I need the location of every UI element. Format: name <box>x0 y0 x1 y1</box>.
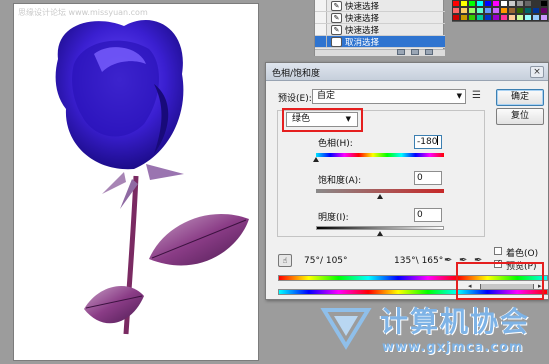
history-item-label: 快速选择 <box>345 13 380 24</box>
color-swatch[interactable] <box>460 0 468 7</box>
color-swatch[interactable] <box>508 14 516 21</box>
ok-button[interactable]: 确定 <box>496 89 544 106</box>
preset-label: 预设(E): <box>278 94 312 104</box>
preset-value: 自定 <box>317 91 336 101</box>
history-item-label: 快速选择 <box>345 25 380 36</box>
color-swatch[interactable] <box>540 14 548 21</box>
saturation-value: 0 <box>417 173 423 183</box>
color-swatch[interactable] <box>532 7 540 14</box>
new-snapshot-icon[interactable] <box>411 49 419 55</box>
color-swatch[interactable] <box>540 7 548 14</box>
lightness-input[interactable]: 0 <box>414 208 442 222</box>
history-item-label: 快速选择 <box>345 1 380 12</box>
color-swatch[interactable] <box>508 7 516 14</box>
color-swatch[interactable] <box>532 14 540 21</box>
document-canvas: 思缘设计论坛 www.missyuan.com <box>14 4 258 360</box>
color-swatch[interactable] <box>500 7 508 14</box>
dialog-title: 色相/饱和度 <box>272 69 321 79</box>
color-swatch[interactable] <box>524 0 532 7</box>
eyedropper-icon[interactable]: ✒ <box>444 255 452 266</box>
history-panel: ✎ 快速选择 ✎ 快速选择 ✎ 快速选择 ▤ 取消选择 <box>314 0 445 56</box>
new-document-icon[interactable] <box>397 49 405 55</box>
color-swatch[interactable] <box>524 14 532 21</box>
history-state-marker[interactable] <box>315 36 327 47</box>
brush-icon: ✎ <box>331 24 342 35</box>
color-swatch[interactable] <box>460 7 468 14</box>
trash-icon[interactable] <box>425 49 433 55</box>
color-swatch[interactable] <box>524 7 532 14</box>
lightness-label: 明度(I): <box>318 213 349 223</box>
swatches-panel <box>452 0 549 22</box>
preset-dropdown[interactable]: 自定 ▼ <box>312 89 466 104</box>
color-swatch[interactable] <box>460 14 468 21</box>
color-swatch[interactable] <box>468 7 476 14</box>
color-swatch[interactable] <box>516 14 524 21</box>
targeted-adjustment-icon[interactable]: ☝ <box>278 254 292 267</box>
reset-button[interactable]: 复位 <box>496 108 544 125</box>
colorize-label: 着色(O) <box>506 249 539 259</box>
logo-title: 计算机协会 <box>380 305 531 338</box>
hue-input[interactable]: -180 <box>414 135 442 149</box>
logo-emblem <box>320 308 372 350</box>
lightness-slider-thumb[interactable] <box>377 231 383 236</box>
hue-label: 色相(H): <box>318 139 353 149</box>
annotation-highlight-box <box>456 262 544 300</box>
saturation-input[interactable]: 0 <box>414 171 442 185</box>
history-checkbox[interactable] <box>315 12 327 23</box>
color-swatch[interactable] <box>500 14 508 21</box>
color-swatch[interactable] <box>452 14 460 21</box>
history-item-selected[interactable]: ▤ 取消选择 <box>315 36 445 48</box>
colorize-checkbox[interactable] <box>494 247 502 255</box>
brush-icon: ✎ <box>331 0 342 11</box>
hue-value: -180 <box>417 137 438 147</box>
brush-icon: ✎ <box>331 12 342 23</box>
history-checkbox[interactable] <box>315 24 327 35</box>
history-item[interactable]: ✎ 快速选择 <box>315 12 445 24</box>
hue-slider-track[interactable] <box>316 153 444 157</box>
history-item[interactable]: ✎ 快速选择 <box>315 0 445 12</box>
text-caret <box>437 136 439 145</box>
color-swatch[interactable] <box>468 0 476 7</box>
color-swatch[interactable] <box>492 7 500 14</box>
color-swatch[interactable] <box>540 0 548 7</box>
history-item[interactable]: ✎ 快速选择 <box>315 24 445 36</box>
history-item-label: 取消选择 <box>345 37 380 48</box>
annotation-highlight-box <box>282 108 363 132</box>
color-swatch[interactable] <box>500 0 508 7</box>
color-swatch[interactable] <box>484 0 492 7</box>
document-icon: ▤ <box>331 36 342 47</box>
color-swatch[interactable] <box>452 0 460 7</box>
lightness-value: 0 <box>417 210 423 220</box>
color-swatch[interactable] <box>484 7 492 14</box>
preset-options-icon[interactable]: ☰ <box>472 90 481 101</box>
color-swatch[interactable] <box>516 7 524 14</box>
color-swatch[interactable] <box>468 14 476 21</box>
saturation-label: 饱和度(A): <box>318 176 362 186</box>
color-swatch[interactable] <box>452 7 460 14</box>
dialog-titlebar[interactable]: 色相/饱和度 × <box>266 63 548 81</box>
color-swatch[interactable] <box>508 0 516 7</box>
chevron-down-icon: ▼ <box>456 92 462 100</box>
history-checkbox[interactable] <box>315 0 327 11</box>
saturation-slider-thumb[interactable] <box>377 194 383 199</box>
range-right-readout: 135°\ 165° <box>394 256 444 266</box>
color-swatch[interactable] <box>476 7 484 14</box>
range-left-readout: 75°/ 105° <box>304 256 348 266</box>
color-swatch[interactable] <box>492 0 500 7</box>
close-button[interactable]: × <box>530 66 544 78</box>
saturation-slider-track[interactable] <box>316 189 444 193</box>
hue-saturation-dialog: 色相/饱和度 × 预设(E): 自定 ▼ ☰ 确定 复位 绿色 ▼ 色相(H):… <box>265 62 549 300</box>
color-swatch[interactable] <box>516 0 524 7</box>
hue-slider-thumb[interactable] <box>313 157 319 162</box>
color-swatch[interactable] <box>476 14 484 21</box>
rose-photo <box>55 19 249 335</box>
lightness-slider-track[interactable] <box>316 226 444 230</box>
color-swatch[interactable] <box>476 0 484 7</box>
logo-url: www.gxjmca.com <box>382 340 524 355</box>
color-swatch[interactable] <box>532 0 540 7</box>
color-swatch[interactable] <box>492 14 500 21</box>
color-swatch[interactable] <box>484 14 492 21</box>
